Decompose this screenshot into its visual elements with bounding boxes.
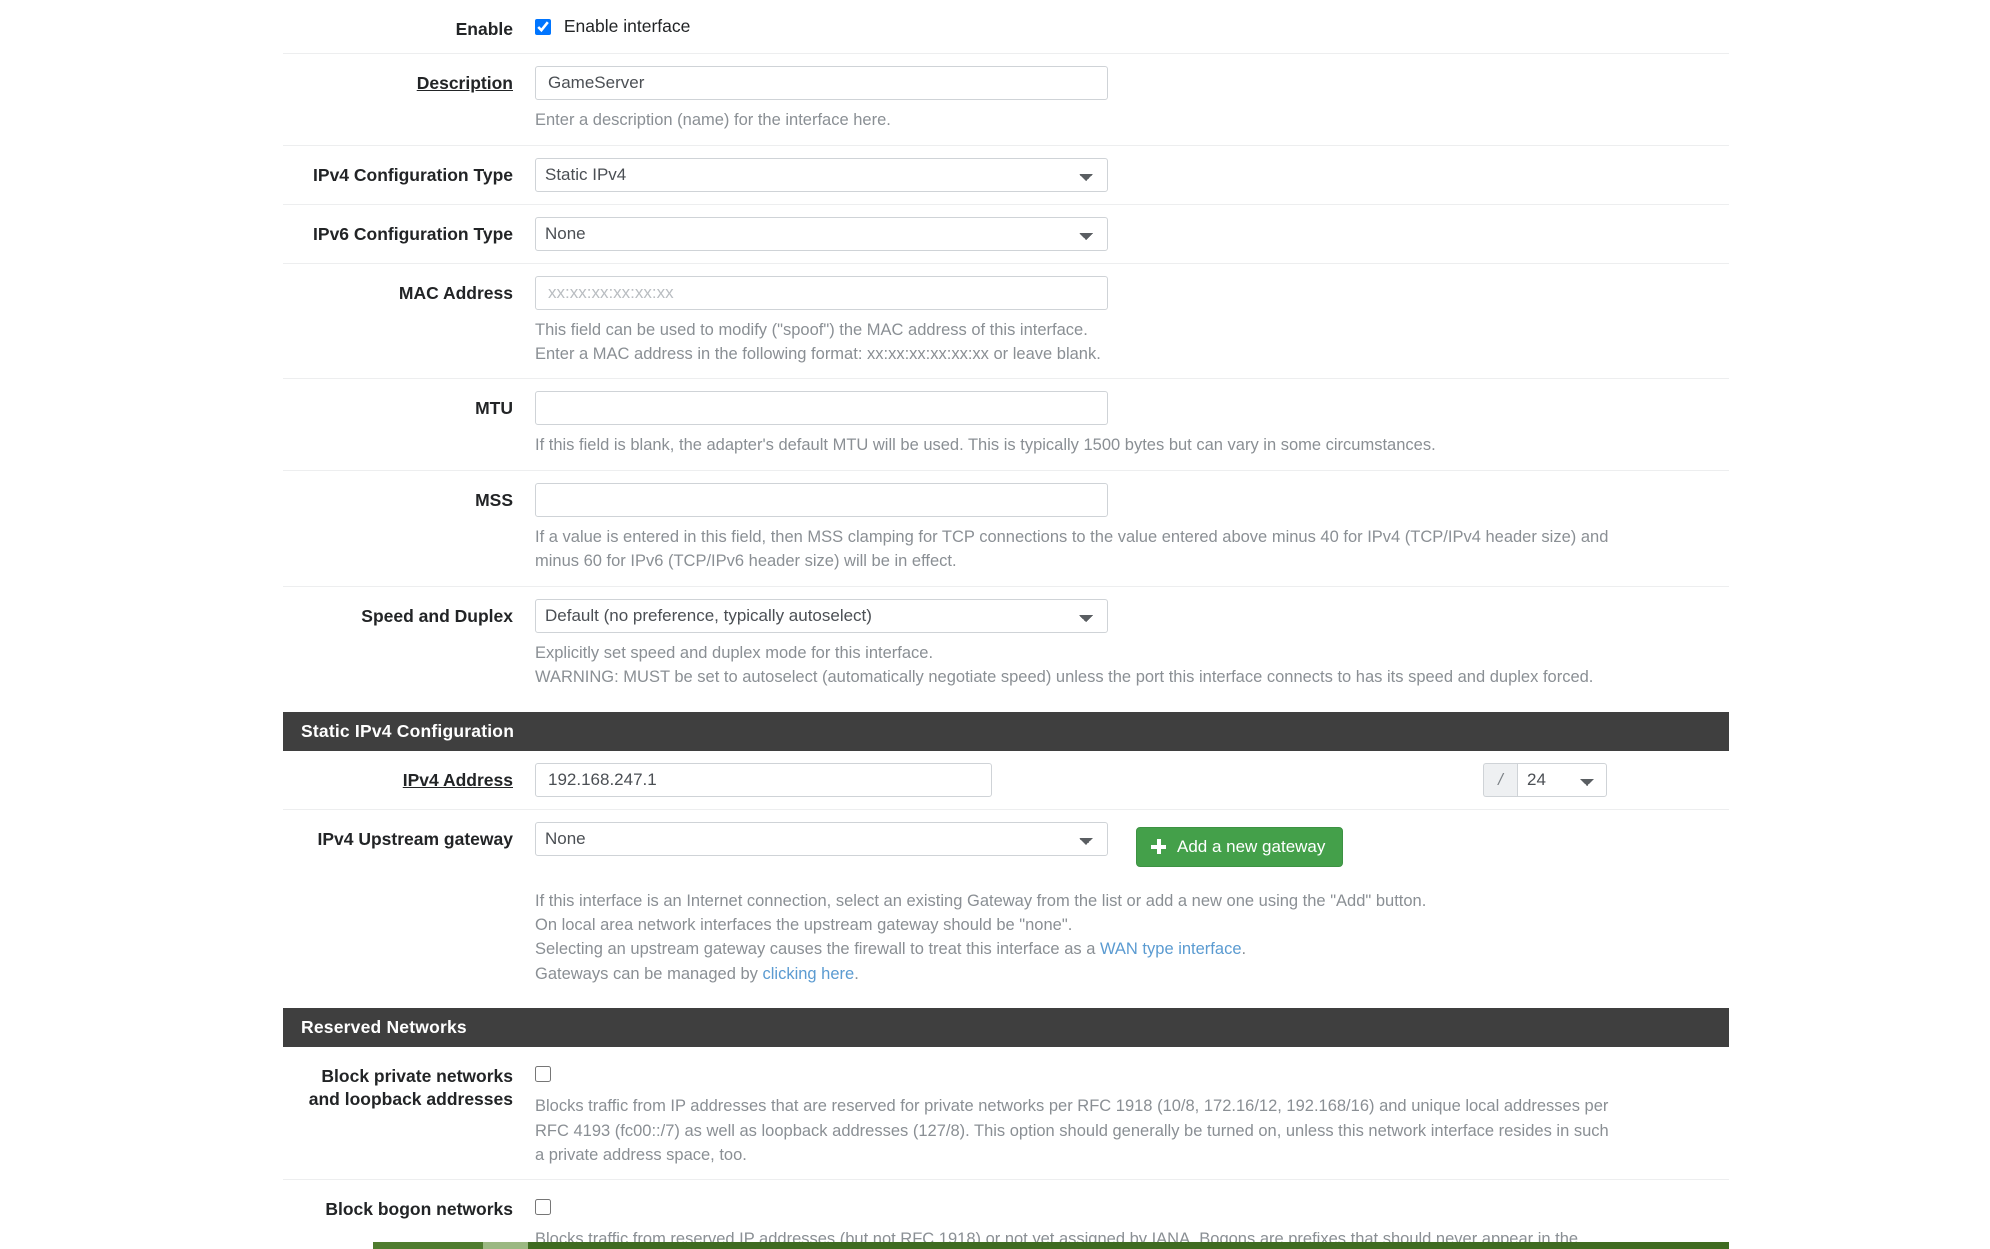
mss-label: MSS [475, 489, 513, 510]
mtu-input[interactable] [535, 391, 1108, 426]
form-row-enable: Enable Enable interface [283, 0, 1729, 55]
description-control: Enter a description (name) for the inter… [535, 66, 1729, 132]
ipv4-config-type-select[interactable]: Static IPv4 [535, 157, 1108, 192]
form-row-block-private: Block private networks and loopback addr… [283, 1047, 1729, 1181]
static-ipv4-section-wrap: Static IPv4 Configuration [283, 701, 1729, 751]
mac-address-control: This field can be used to modify ("spoof… [535, 275, 1729, 367]
form-row-ipv4-address: IPv4 Address / 24 [283, 751, 1729, 810]
block-private-networks-checkbox[interactable] [535, 1066, 551, 1083]
mss-help: If a value is entered in this field, the… [535, 527, 1609, 571]
cidr-group: / 24 [1483, 762, 1607, 797]
upstream-gateway-select[interactable]: None [535, 821, 1108, 856]
speed-duplex-control: Default (no preference, typically autose… [535, 598, 1729, 690]
block-bogon-label: Block bogon networks [325, 1199, 513, 1220]
block-private-help: Blocks traffic from IP addresses that ar… [535, 1097, 1609, 1164]
form-row-mtu: MTU If this field is blank, the adapter'… [283, 379, 1729, 471]
ipv4-config-type-label: IPv4 Configuration Type [313, 164, 513, 185]
upstream-gateway-control: None Add a new gateway If this interface… [535, 821, 1729, 987]
block-private-checkbox-line [535, 1059, 1729, 1084]
enable-checkbox-line: Enable interface [535, 12, 1729, 37]
mac-address-help: This field can be used to modify ("spoof… [535, 320, 1101, 364]
mtu-control: If this field is blank, the adapter's de… [535, 391, 1729, 457]
add-new-gateway-button[interactable]: Add a new gateway [1136, 826, 1344, 867]
speed-duplex-help: Explicitly set speed and duplex mode for… [535, 643, 1594, 687]
form-row-description: Description Enter a description (name) f… [283, 54, 1729, 146]
desktop-taskbar-sliver [283, 1242, 1729, 1249]
form-row-ipv6-config-type: IPv6 Configuration Type None [283, 205, 1729, 264]
mtu-label: MTU [475, 398, 513, 419]
ipv6-config-type-label: IPv6 Configuration Type [313, 223, 513, 244]
enable-control: Enable interface [535, 12, 1729, 37]
speed-duplex-select[interactable]: Default (no preference, typically autose… [535, 598, 1108, 633]
form-row-mss: MSS If a value is entered in this field,… [283, 471, 1729, 587]
ipv6-config-type-control: None [535, 216, 1729, 251]
reserved-networks-section-wrap: Reserved Networks [283, 998, 1729, 1048]
page-root: Enable Enable interface Description Ente… [0, 0, 1990, 1249]
form-row-mac-address: MAC Address This field can be used to mo… [283, 264, 1729, 380]
ipv4-address-input[interactable] [535, 762, 992, 797]
block-bogon-control: Blocks traffic from reserved IP addresse… [535, 1192, 1729, 1249]
reserved-networks-section-header: Reserved Networks [283, 1008, 1729, 1048]
form-row-block-bogon: Block bogon networks Blocks traffic from… [283, 1180, 1729, 1249]
upstream-gateway-row: None Add a new gateway [535, 821, 1729, 867]
manage-gateways-link[interactable]: clicking here [762, 965, 854, 983]
mss-input[interactable] [535, 482, 1108, 517]
mtu-help: If this field is blank, the adapter's de… [535, 436, 1436, 455]
upstream-gateway-label: IPv4 Upstream gateway [317, 828, 513, 849]
block-bogon-networks-checkbox[interactable] [535, 1199, 551, 1216]
enable-interface-checkbox[interactable] [535, 19, 551, 35]
enable-label: Enable [455, 19, 513, 39]
enable-interface-checkbox-label: Enable interface [563, 16, 691, 36]
form-row-speed-duplex: Speed and Duplex Default (no preference,… [283, 587, 1729, 702]
ipv4-config-type-control: Static IPv4 [535, 157, 1729, 192]
block-private-label-line2: and loopback addresses [308, 1089, 513, 1110]
form-row-ipv4-config-type: IPv4 Configuration Type Static IPv4 [283, 146, 1729, 205]
upstream-gateway-help: If this interface is an Internet connect… [535, 889, 1703, 987]
ipv4-address-control: / 24 [535, 762, 1729, 797]
block-private-control: Blocks traffic from IP addresses that ar… [535, 1059, 1729, 1167]
block-bogon-checkbox-line [535, 1192, 1729, 1217]
speed-duplex-label: Speed and Duplex [361, 605, 513, 626]
add-new-gateway-button-label: Add a new gateway [1177, 836, 1326, 856]
upstream-gateway-help-line3: Selecting an upstream gateway causes the… [535, 940, 1247, 959]
description-input[interactable] [535, 66, 1108, 101]
ipv6-config-type-select[interactable]: None [535, 216, 1108, 251]
static-ipv4-section-header: Static IPv4 Configuration [283, 711, 1729, 751]
block-private-label: Block private networks and loopback addr… [283, 1059, 535, 1112]
wan-type-interface-link[interactable]: WAN type interface [1100, 940, 1242, 958]
upstream-gateway-help-line4: Gateways can be managed by clicking here… [535, 964, 859, 983]
mss-control: If a value is entered in this field, the… [535, 482, 1729, 574]
plus-icon [1151, 839, 1166, 855]
cidr-prefix-symbol: / [1483, 762, 1517, 797]
block-private-label-line1: Block private networks [321, 1066, 513, 1087]
ipv4-address-row: / 24 [535, 762, 1729, 797]
mac-address-label: MAC Address [398, 282, 513, 303]
description-help: Enter a description (name) for the inter… [535, 111, 891, 130]
ipv4-address-label: IPv4 Address [402, 769, 513, 790]
form-row-upstream-gateway: IPv4 Upstream gateway None Add a new gat… [283, 810, 1729, 999]
mac-address-input[interactable] [535, 275, 1108, 310]
description-label: Description [416, 73, 513, 94]
cidr-select[interactable]: 24 [1517, 762, 1607, 797]
interface-settings-panel: Enable Enable interface Description Ente… [283, 0, 1729, 1249]
